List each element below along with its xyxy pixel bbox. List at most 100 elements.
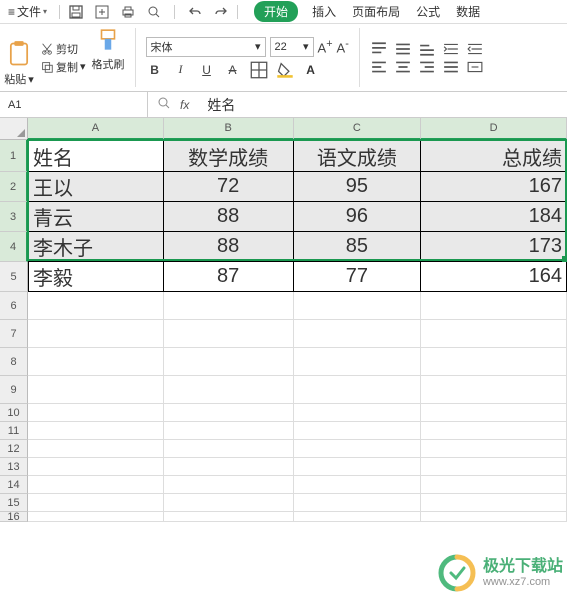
cell[interactable] (164, 320, 294, 348)
row-header[interactable]: 2 (0, 172, 28, 202)
undo-icon[interactable] (187, 4, 203, 20)
italic-button[interactable]: I (172, 61, 190, 79)
row-header[interactable]: 10 (0, 404, 28, 422)
cell[interactable] (421, 292, 567, 320)
tab-data[interactable]: 数据 (454, 1, 482, 22)
cell[interactable] (28, 458, 164, 476)
cell[interactable]: 88 (164, 202, 294, 232)
tab-page-layout[interactable]: 页面布局 (350, 1, 402, 22)
strikethrough-button[interactable]: A (224, 61, 242, 79)
increase-indent-button[interactable] (466, 41, 484, 57)
font-color-button[interactable]: A (302, 61, 320, 79)
select-all-corner[interactable] (0, 118, 28, 140)
decrease-font-size-button[interactable]: A- (337, 38, 349, 55)
cell[interactable] (294, 440, 422, 458)
column-header[interactable]: A (28, 118, 164, 140)
cell[interactable]: 167 (421, 172, 567, 202)
row-header[interactable]: 14 (0, 476, 28, 494)
cell[interactable]: 173 (421, 232, 567, 262)
cell[interactable] (28, 494, 164, 512)
fill-color-button[interactable] (276, 61, 294, 79)
paste-button[interactable]: 粘贴▾ (4, 28, 34, 87)
file-menu-button[interactable]: ≡ 文件 ▾ (4, 1, 51, 22)
cell[interactable]: 李毅 (28, 262, 164, 292)
cell[interactable] (421, 440, 567, 458)
cell[interactable]: 姓名 (28, 140, 164, 172)
cell[interactable] (421, 422, 567, 440)
increase-font-size-button[interactable]: A+ (318, 38, 333, 55)
cell[interactable]: 青云 (28, 202, 164, 232)
cell[interactable] (164, 404, 294, 422)
cell[interactable] (421, 404, 567, 422)
row-header[interactable]: 11 (0, 422, 28, 440)
font-size-select[interactable]: 22 ▾ (270, 37, 314, 57)
underline-button[interactable]: U (198, 61, 216, 79)
cell[interactable] (421, 458, 567, 476)
cell[interactable] (164, 476, 294, 494)
cell[interactable]: 77 (294, 262, 422, 292)
print-icon[interactable] (120, 4, 136, 20)
cell[interactable] (164, 512, 294, 522)
redo-icon[interactable] (213, 4, 229, 20)
cell[interactable] (294, 292, 422, 320)
print-preview-icon[interactable] (146, 4, 162, 20)
cell[interactable] (28, 440, 164, 458)
cell[interactable]: 164 (421, 262, 567, 292)
cell[interactable] (421, 320, 567, 348)
cell[interactable] (164, 458, 294, 476)
cell[interactable] (294, 376, 422, 404)
cell[interactable] (28, 476, 164, 494)
cell[interactable] (294, 458, 422, 476)
cell[interactable]: 李木子 (28, 232, 164, 262)
row-header[interactable]: 1 (0, 140, 28, 172)
cell[interactable] (294, 348, 422, 376)
cell[interactable] (28, 320, 164, 348)
row-header[interactable]: 4 (0, 232, 28, 262)
merge-cells-button[interactable] (466, 59, 484, 75)
cell[interactable]: 85 (294, 232, 422, 262)
row-header[interactable]: 15 (0, 494, 28, 512)
decrease-indent-button[interactable] (442, 41, 460, 57)
cell[interactable]: 数学成绩 (164, 140, 294, 172)
save-as-icon[interactable] (94, 4, 110, 20)
row-header[interactable]: 5 (0, 262, 28, 292)
cell[interactable]: 95 (294, 172, 422, 202)
cell[interactable] (294, 320, 422, 348)
column-header[interactable]: D (421, 118, 567, 140)
cell[interactable]: 72 (164, 172, 294, 202)
row-header[interactable]: 16 (0, 512, 28, 522)
cell[interactable] (421, 348, 567, 376)
align-center-button[interactable] (394, 59, 412, 75)
cell[interactable] (164, 422, 294, 440)
bold-button[interactable]: B (146, 61, 164, 79)
row-header[interactable]: 3 (0, 202, 28, 232)
justify-button[interactable] (442, 59, 460, 75)
fx-label[interactable]: fx (180, 98, 189, 112)
cell[interactable] (294, 494, 422, 512)
cell[interactable] (294, 422, 422, 440)
cell[interactable] (294, 404, 422, 422)
cell[interactable] (421, 494, 567, 512)
cell[interactable] (28, 512, 164, 522)
format-painter-button[interactable]: 格式刷 (92, 28, 125, 87)
cell[interactable] (164, 376, 294, 404)
borders-button[interactable] (250, 61, 268, 79)
cell[interactable] (421, 512, 567, 522)
cell[interactable] (28, 292, 164, 320)
cell[interactable] (28, 348, 164, 376)
cell[interactable] (421, 376, 567, 404)
cell[interactable] (28, 404, 164, 422)
cell[interactable] (164, 494, 294, 512)
column-header[interactable]: B (164, 118, 294, 140)
copy-button[interactable]: 复制▾ (40, 59, 86, 75)
cell[interactable] (294, 476, 422, 494)
align-bottom-button[interactable] (418, 41, 436, 57)
cell[interactable] (421, 476, 567, 494)
align-left-button[interactable] (370, 59, 388, 75)
tab-home[interactable]: 开始 (254, 1, 298, 22)
cell[interactable] (28, 376, 164, 404)
formula-input[interactable]: 姓名 (199, 95, 567, 115)
align-top-button[interactable] (370, 41, 388, 57)
column-header[interactable]: C (294, 118, 422, 140)
cell[interactable] (164, 440, 294, 458)
